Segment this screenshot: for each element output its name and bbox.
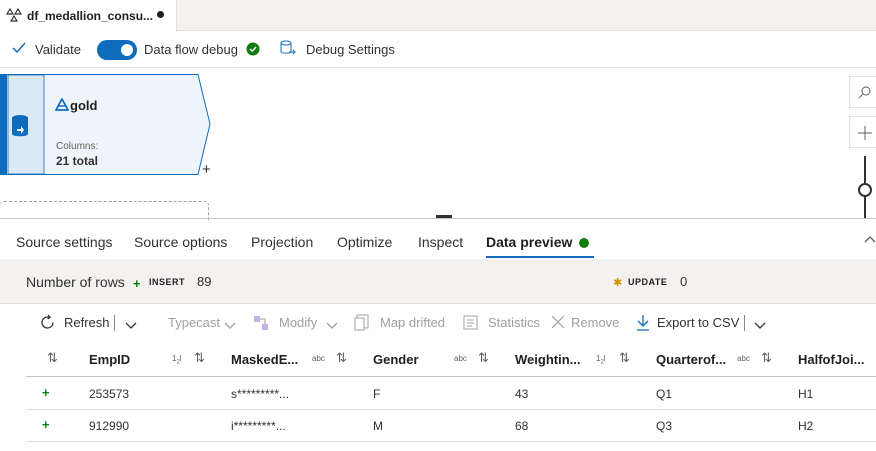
dataflow-canvas[interactable]: gold Columns: 21 total + (0, 68, 876, 221)
tab-title: df_medallion_consu... (27, 9, 154, 23)
dataflow-tab[interactable]: df_medallion_consu... (0, 0, 177, 32)
remove-button[interactable]: Remove (571, 315, 619, 330)
modify-icon (253, 315, 269, 334)
sort-icon[interactable]: ⇅ (336, 350, 347, 366)
cell-gender: M (373, 419, 383, 433)
debug-toggle[interactable] (97, 40, 137, 60)
cell-quarter: Q3 (656, 419, 673, 433)
node-name: gold (70, 98, 98, 113)
column-header[interactable]: HalfofJoi... (798, 352, 864, 367)
preview-actions: Refresh Typecast Modify Map drifted Stat… (0, 305, 876, 341)
statistics-icon (463, 315, 478, 333)
active-tab-underline (486, 256, 594, 258)
separator (744, 315, 745, 331)
cell-weighting: 43 (515, 387, 529, 401)
columns-total: 21 total (56, 154, 99, 168)
cell-half: H1 (798, 387, 814, 401)
debug-settings-icon (280, 40, 296, 61)
unsaved-dot (157, 11, 164, 18)
tab-projection[interactable]: Projection (251, 234, 313, 250)
table-row[interactable]: + 912990 i*********... M 68 Q3 H2 (26, 410, 876, 442)
insert-icon: + (42, 385, 50, 400)
validate-button[interactable]: Validate (35, 42, 81, 57)
cell-empid: 253573 (89, 387, 130, 401)
check-circle-icon (246, 42, 260, 59)
collapse-icon[interactable] (864, 231, 876, 246)
dataflow-icon (5, 7, 23, 26)
row-stats: Number of rows + INSERT 89 ✱ UPDATE 0 (0, 259, 876, 304)
insert-count: 89 (197, 274, 212, 289)
statistics-button[interactable]: Statistics (488, 315, 540, 330)
zoom-in-button[interactable] (849, 116, 876, 148)
status-dot (579, 238, 589, 248)
sort-icon[interactable]: ⇅ (619, 350, 630, 366)
source-node-gold[interactable]: gold Columns: 21 total + (0, 74, 212, 178)
sort-icon[interactable]: ⇅ (47, 350, 58, 366)
document-tab-bar: df_medallion_consu... (0, 0, 876, 32)
cell-masked: i*********... (231, 419, 286, 433)
column-header[interactable]: Weightin... (515, 352, 580, 367)
tab-source-options[interactable]: Source options (134, 234, 227, 250)
update-label: UPDATE (628, 277, 668, 287)
lakehouse-icon (54, 97, 70, 114)
refresh-button[interactable]: Refresh (64, 315, 110, 330)
export-chevron-icon[interactable] (754, 318, 766, 333)
settings-panel: Source settings Source options Projectio… (0, 218, 876, 451)
search-button[interactable] (849, 76, 876, 108)
update-count: 0 (680, 274, 688, 289)
chevron-down-icon[interactable] (125, 318, 137, 333)
type-icon: 12l (172, 354, 182, 366)
separator (114, 315, 115, 331)
column-header[interactable]: MaskedE... (231, 352, 298, 367)
sort-icon[interactable]: ⇅ (761, 350, 772, 366)
close-icon (551, 315, 565, 332)
column-header[interactable]: Gender (373, 352, 419, 367)
typecast-button[interactable]: Typecast (168, 315, 220, 330)
debug-settings-button[interactable]: Debug Settings (306, 42, 395, 57)
tab-inspect[interactable]: Inspect (418, 234, 463, 250)
toggle-knob (121, 44, 133, 56)
column-header[interactable]: EmpID (89, 352, 130, 367)
insert-label: INSERT (149, 277, 186, 287)
column-header[interactable]: Quarterof... (656, 352, 726, 367)
type-icon: abc (454, 354, 467, 363)
typecast-chevron-icon (224, 318, 236, 333)
refresh-icon (39, 314, 56, 334)
add-transform-button[interactable]: + (202, 161, 211, 178)
cell-empid: 912990 (89, 419, 130, 433)
grid-header: ⇅ EmpID 12l ⇅ MaskedE... abc ⇅ Gender ab… (26, 341, 876, 377)
sort-icon[interactable]: ⇅ (478, 350, 489, 366)
tab-optimize[interactable]: Optimize (337, 234, 392, 250)
update-icon: ✱ (613, 277, 623, 289)
export-csv-button[interactable]: Export to CSV (657, 315, 739, 330)
modify-chevron-icon (326, 318, 338, 333)
type-icon: abc (737, 354, 750, 363)
cell-masked: s*********... (231, 387, 290, 401)
type-icon: 12l (596, 354, 606, 366)
columns-label: Columns: (56, 141, 99, 152)
insert-icon: + (42, 417, 50, 432)
insert-icon: + (133, 276, 141, 291)
checkmark-icon (12, 41, 26, 58)
modify-button[interactable]: Modify (279, 315, 317, 330)
source-icon (10, 114, 30, 141)
panel-tabs: Source settings Source options Projectio… (0, 219, 876, 259)
table-row[interactable]: + 253573 s*********... F 43 Q1 H1 (26, 378, 876, 410)
type-icon: abc (312, 354, 325, 363)
cell-half: H2 (798, 419, 814, 433)
cell-quarter: Q1 (656, 387, 673, 401)
debug-label: Data flow debug (144, 42, 238, 57)
zoom-slider-thumb[interactable] (858, 183, 872, 197)
tab-data-preview[interactable]: Data preview (486, 234, 572, 250)
download-icon (636, 314, 650, 334)
cell-gender: F (373, 387, 381, 401)
rows-label: Number of rows (26, 274, 125, 290)
map-drifted-icon (354, 314, 370, 334)
sort-icon[interactable]: ⇅ (194, 350, 205, 366)
zoom-controls (849, 76, 876, 218)
map-drifted-button[interactable]: Map drifted (380, 315, 445, 330)
tab-source-settings[interactable]: Source settings (16, 234, 113, 250)
cell-weighting: 68 (515, 419, 529, 433)
